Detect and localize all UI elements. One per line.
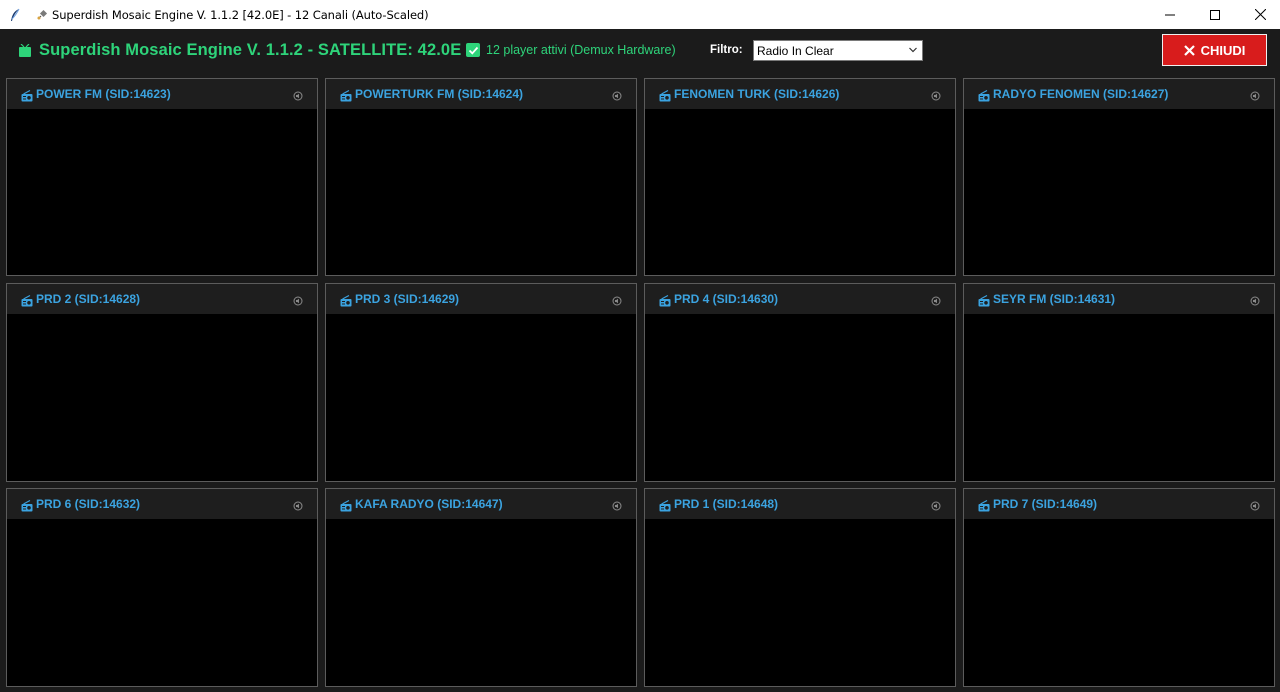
channel-tile-header: PRD 6 (SID:14632) (7, 489, 317, 519)
radio-icon (21, 500, 33, 512)
channel-tile-header: SEYR FM (SID:14631) (964, 284, 1274, 314)
window-title: Superdish Mosaic Engine V. 1.1.2 [42.0E]… (52, 7, 429, 22)
channel-title: PRD 3 (SID:14629) (355, 292, 460, 306)
active-players-label: 12 player attivi (Demux Hardware) (486, 43, 676, 57)
channel-tile-header: PRD 7 (SID:14649) (964, 489, 1274, 519)
filter-dropdown[interactable]: Radio In Clear (753, 40, 923, 61)
channel-tile-header: FENOMEN TURK (SID:14626) (645, 79, 955, 109)
channel-title: KAFA RADYO (SID:14647) (355, 497, 503, 511)
channel-title: PRD 6 (SID:14632) (36, 497, 141, 511)
mute-icon[interactable] (931, 296, 941, 306)
channel-tile-header: PRD 3 (SID:14629) (326, 284, 636, 314)
close-app-button[interactable]: CHIUDI (1162, 34, 1267, 66)
satellite-icon (36, 9, 48, 21)
mute-icon[interactable] (293, 501, 303, 511)
radio-icon (659, 295, 671, 307)
radio-icon (21, 295, 33, 307)
channel-tile[interactable]: SEYR FM (SID:14631) (963, 283, 1275, 482)
channel-tile-header: KAFA RADYO (SID:14647) (326, 489, 636, 519)
close-app-label: CHIUDI (1200, 42, 1246, 58)
maximize-button[interactable] (1192, 0, 1238, 29)
tv-logo-icon (18, 43, 32, 58)
radio-icon (659, 500, 671, 512)
channel-tile[interactable]: RADYO FENOMEN (SID:14627) (963, 78, 1275, 276)
app-header: Superdish Mosaic Engine V. 1.1.2 - SATEL… (0, 29, 1280, 72)
radio-icon (340, 295, 352, 307)
radio-icon (978, 500, 990, 512)
mute-icon[interactable] (612, 501, 622, 511)
close-x-icon (1183, 44, 1195, 56)
radio-icon (978, 295, 990, 307)
radio-icon (978, 90, 990, 102)
channel-tile[interactable]: POWERTURK FM (SID:14624) (325, 78, 637, 276)
minimize-icon (1165, 14, 1175, 15)
radio-icon (659, 90, 671, 102)
checkmark-icon (468, 46, 478, 55)
channel-tile-header: PRD 4 (SID:14630) (645, 284, 955, 314)
radio-icon (340, 500, 352, 512)
minimize-button[interactable] (1147, 0, 1193, 29)
radio-icon (340, 90, 352, 102)
channel-tile-header: RADYO FENOMEN (SID:14627) (964, 79, 1274, 109)
chevron-down-icon (909, 47, 917, 53)
mute-icon[interactable] (931, 91, 941, 101)
channel-tile[interactable]: PRD 3 (SID:14629) (325, 283, 637, 482)
maximize-icon (1210, 9, 1220, 20)
filter-label: Filtro: (710, 44, 743, 56)
channel-title: PRD 1 (SID:14648) (674, 497, 779, 511)
active-players-checkbox[interactable] (466, 43, 480, 57)
channel-title: RADYO FENOMEN (SID:14627) (993, 87, 1169, 101)
channel-title: PRD 4 (SID:14630) (674, 292, 779, 306)
channel-title: POWERTURK FM (SID:14624) (355, 87, 524, 101)
filter-selected-value: Radio In Clear (757, 43, 834, 58)
mute-icon[interactable] (1250, 91, 1260, 101)
channel-tile-header: POWERTURK FM (SID:14624) (326, 79, 636, 109)
mute-icon[interactable] (293, 296, 303, 306)
mute-icon[interactable] (1250, 296, 1260, 306)
channel-tile-header: POWER FM (SID:14623) (7, 79, 317, 109)
mute-icon[interactable] (293, 91, 303, 101)
feather-app-icon (8, 8, 22, 22)
window-close-button[interactable] (1237, 0, 1280, 29)
close-icon (1254, 9, 1266, 20)
channel-title: POWER FM (SID:14623) (36, 87, 171, 101)
channel-tile[interactable]: FENOMEN TURK (SID:14626) (644, 78, 956, 276)
radio-icon (21, 90, 33, 102)
channel-title: PRD 2 (SID:14628) (36, 292, 141, 306)
channel-mosaic-grid: POWER FM (SID:14623) POWERTURK FM (SID:1… (0, 72, 1280, 692)
channel-tile-header: PRD 2 (SID:14628) (7, 284, 317, 314)
window-titlebar: Superdish Mosaic Engine V. 1.1.2 [42.0E]… (0, 0, 1280, 29)
mute-icon[interactable] (931, 501, 941, 511)
channel-tile[interactable]: PRD 7 (SID:14649) (963, 488, 1275, 687)
app-title: Superdish Mosaic Engine V. 1.1.2 - SATEL… (39, 41, 462, 59)
channel-title: SEYR FM (SID:14631) (993, 292, 1116, 306)
channel-tile[interactable]: KAFA RADYO (SID:14647) (325, 488, 637, 687)
channel-tile[interactable]: PRD 6 (SID:14632) (6, 488, 318, 687)
mute-icon[interactable] (612, 296, 622, 306)
channel-title: PRD 7 (SID:14649) (993, 497, 1098, 511)
mute-icon[interactable] (612, 91, 622, 101)
channel-title: FENOMEN TURK (SID:14626) (674, 87, 840, 101)
channel-tile[interactable]: PRD 4 (SID:14630) (644, 283, 956, 482)
channel-tile-header: PRD 1 (SID:14648) (645, 489, 955, 519)
mute-icon[interactable] (1250, 501, 1260, 511)
channel-tile[interactable]: POWER FM (SID:14623) (6, 78, 318, 276)
channel-tile[interactable]: PRD 1 (SID:14648) (644, 488, 956, 687)
channel-tile[interactable]: PRD 2 (SID:14628) (6, 283, 318, 482)
